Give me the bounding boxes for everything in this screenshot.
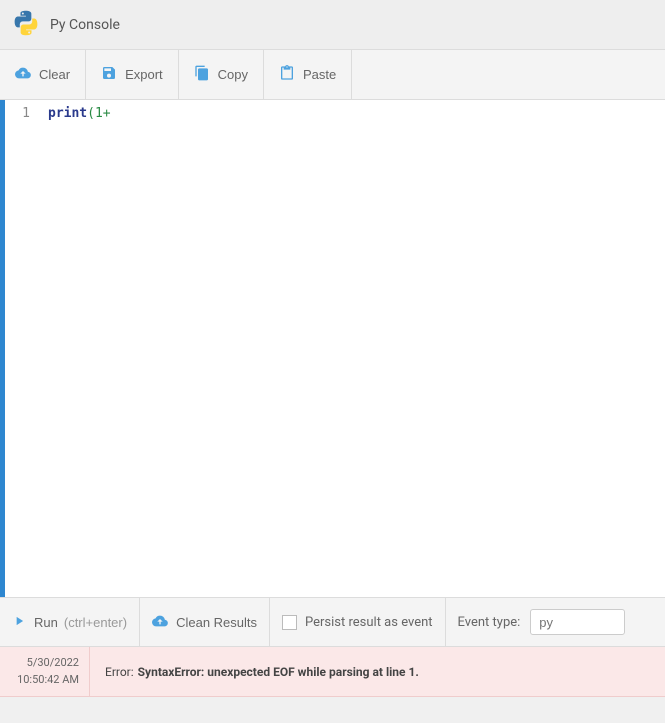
line-number: 1 [5, 106, 30, 121]
persist-checkbox-wrap[interactable]: Persist result as event [270, 598, 446, 646]
error-result-row: 5/30/2022 10:50:42 AM Error: SyntaxError… [0, 647, 665, 697]
cloud-icon [152, 613, 176, 632]
bottom-toolbar: Run (ctrl+enter) Clean Results Persist r… [0, 597, 665, 647]
result-timestamp: 5/30/2022 10:50:42 AM [0, 647, 90, 696]
top-toolbar: Clear Export Copy Paste [0, 50, 665, 100]
code-content[interactable]: print(1+ [40, 100, 665, 597]
clean-results-button[interactable]: Clean Results [140, 598, 270, 646]
run-shortcut-hint: (ctrl+enter) [64, 615, 127, 630]
event-type-input[interactable] [530, 609, 625, 635]
copy-button[interactable]: Copy [179, 50, 264, 99]
error-label: Error: [105, 665, 134, 679]
clipboard-icon [279, 65, 303, 84]
line-number-gutter: 1 [5, 100, 40, 597]
persist-label: Persist result as event [305, 615, 433, 630]
error-message-cell: Error: SyntaxError: unexpected EOF while… [90, 647, 665, 696]
result-date: 5/30/2022 [27, 655, 79, 672]
paste-button[interactable]: Paste [264, 50, 352, 99]
play-icon [12, 614, 34, 631]
error-message: SyntaxError: unexpected EOF while parsin… [138, 665, 419, 679]
python-logo-icon [12, 9, 50, 41]
checkbox-icon[interactable] [282, 615, 297, 630]
app-title: Py Console [50, 17, 120, 33]
save-icon [101, 65, 125, 84]
export-button[interactable]: Export [86, 50, 179, 99]
copy-icon [194, 65, 218, 84]
clear-button[interactable]: Clear [0, 50, 86, 99]
title-bar: Py Console [0, 0, 665, 50]
event-type-section: Event type: [446, 598, 638, 646]
run-button[interactable]: Run (ctrl+enter) [0, 598, 140, 646]
result-time: 10:50:42 AM [17, 672, 79, 689]
footer-spacer [0, 697, 665, 723]
event-type-label: Event type: [458, 615, 521, 630]
cloud-upload-icon [15, 65, 39, 84]
code-editor[interactable]: 1 print(1+ [0, 100, 665, 597]
